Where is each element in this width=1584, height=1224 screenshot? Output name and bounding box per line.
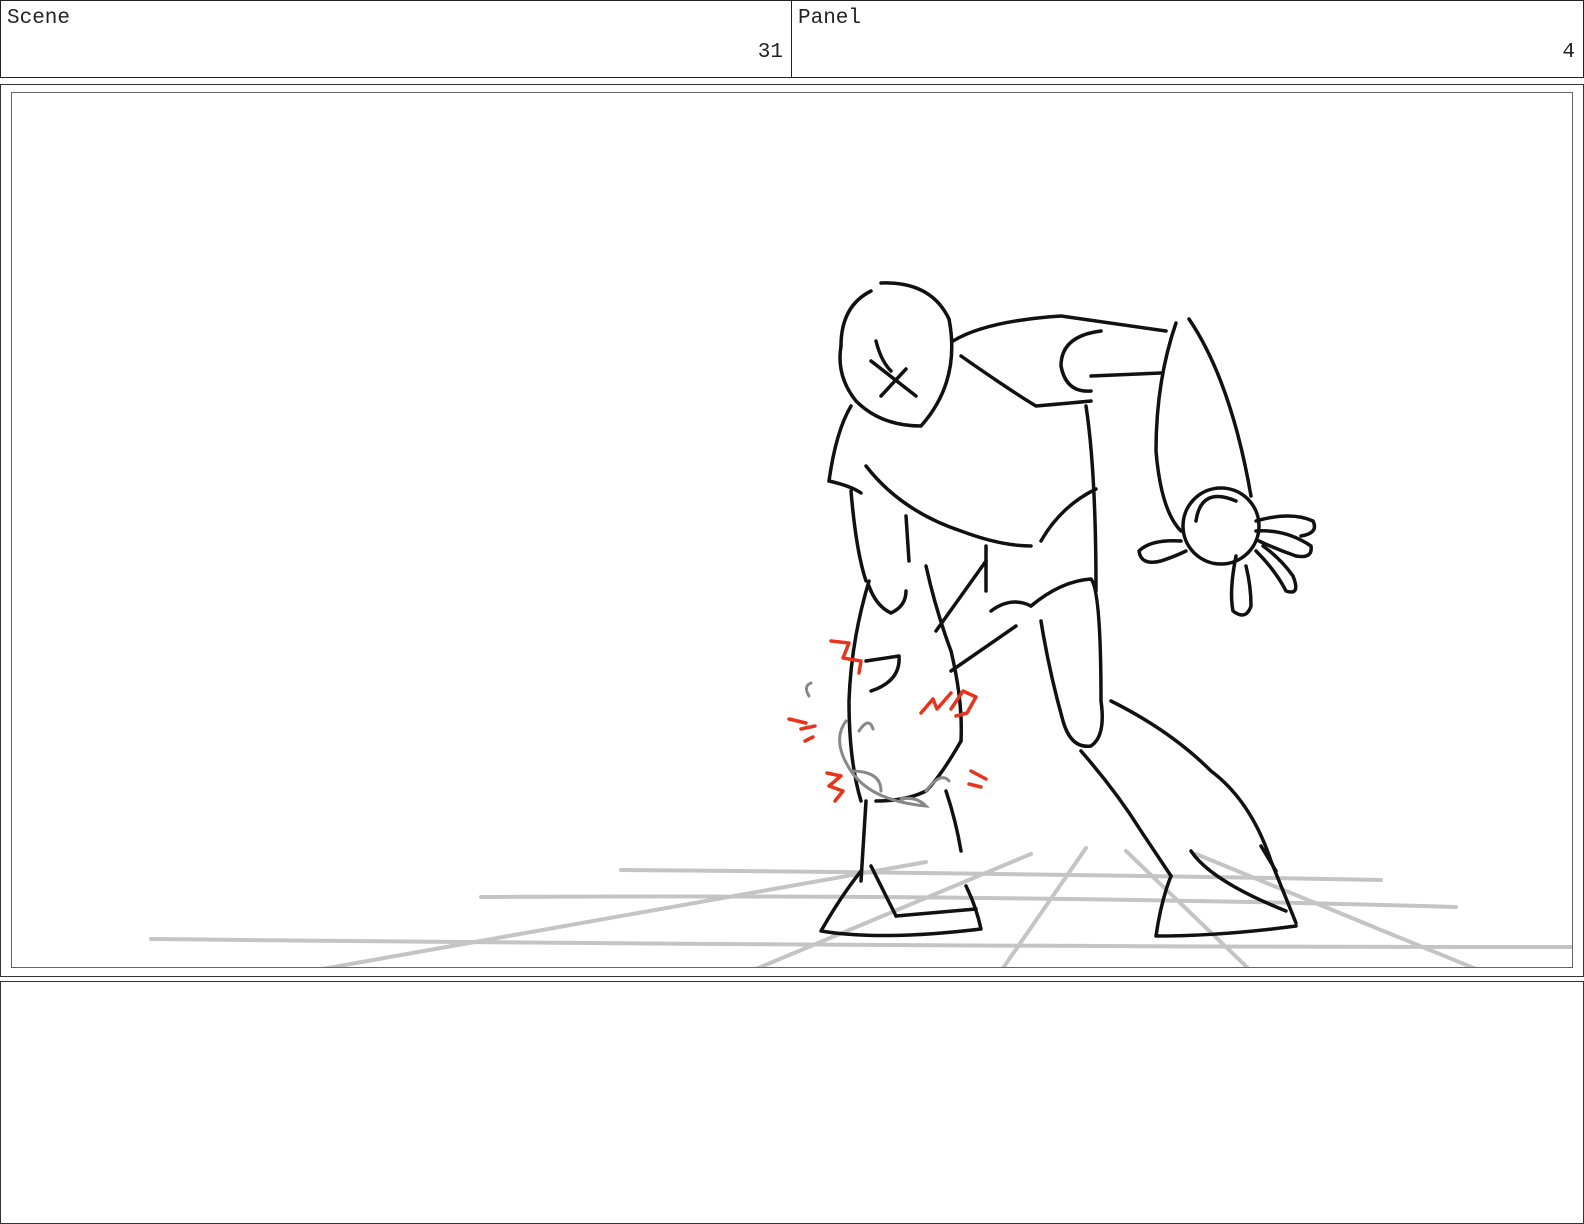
impact-marks	[787, 639, 988, 803]
motion-lines	[804, 681, 951, 808]
drawing-area	[11, 92, 1573, 968]
sketch-canvas	[149, 281, 1572, 967]
figure-sketch	[819, 281, 1317, 938]
scene-number: 31	[757, 41, 783, 64]
panel-label: Panel	[798, 7, 862, 30]
panel-cell: Panel 4	[791, 0, 1584, 78]
panel-number: 4	[1562, 41, 1575, 64]
notes-area	[0, 981, 1584, 1224]
scene-label: Scene	[7, 7, 71, 30]
scene-cell: Scene 31	[0, 0, 792, 78]
